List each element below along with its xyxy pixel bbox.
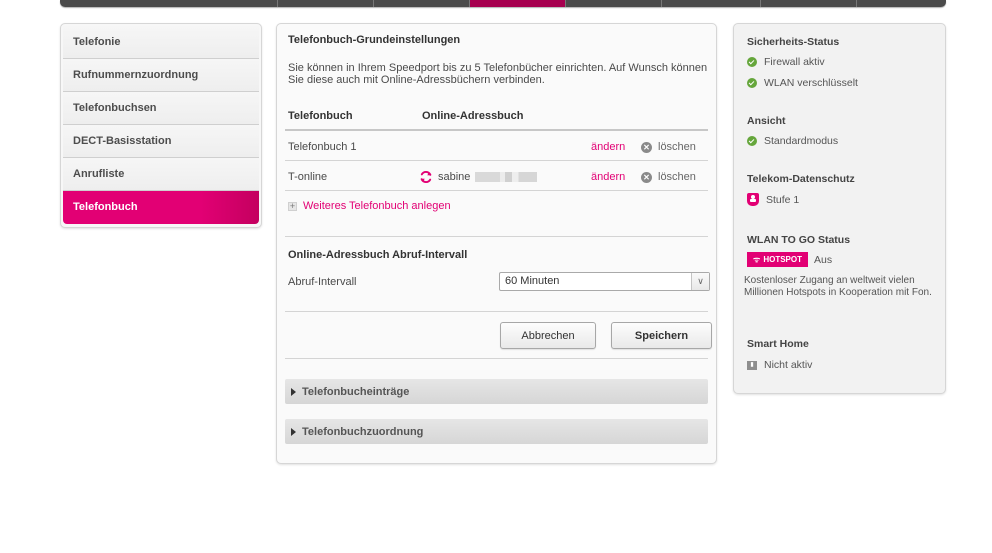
phonebook-name: Telefonbuch 1 (288, 141, 357, 153)
column-header-telefonbuch: Telefonbuch (288, 110, 353, 122)
status-item: ᯤ HOTSPOT Aus (747, 252, 832, 267)
add-phonebook-link[interactable]: + Weiteres Telefonbuch anlegen (288, 200, 451, 212)
status-label: Standardmodus (764, 135, 839, 147)
phonebook-name: T-online (288, 171, 328, 183)
nav-tab[interactable] (662, 0, 761, 7)
accordion-label: Telefonbuchzuordnung (302, 425, 424, 438)
view-title: Ansicht (747, 115, 786, 127)
wlan-to-go-title: WLAN TO GO Status (747, 234, 851, 246)
check-icon (747, 78, 757, 88)
nav-tab[interactable] (374, 0, 470, 7)
add-phonebook-label: Weiteres Telefonbuch anlegen (303, 200, 451, 212)
check-icon (747, 57, 757, 67)
sidebar-item-dect-basisstation[interactable]: DECT-Basisstation (63, 125, 259, 158)
status-label: Aus (813, 253, 833, 266)
accordion-telefonbuchzuordnung[interactable]: Telefonbuchzuordnung (285, 419, 708, 444)
sidebar-item-telefonbuchsen[interactable]: Telefonbuchsen (63, 92, 259, 125)
status-item: WLAN verschlüsselt (747, 77, 858, 89)
delete-label: löschen (658, 171, 696, 183)
nav-tab[interactable] (278, 0, 374, 7)
inactive-icon: ▮ (747, 360, 757, 370)
security-status-title: Sicherheits-Status (747, 36, 840, 48)
delete-button[interactable]: ✕ löschen (641, 165, 696, 189)
hotspot-label: HOTSPOT (763, 255, 802, 264)
status-label: Stufe 1 (766, 193, 800, 206)
privacy-shield-icon (747, 193, 759, 206)
cancel-button[interactable]: Abbrechen (500, 322, 596, 349)
caret-right-icon (291, 427, 296, 436)
nav-tab[interactable] (761, 0, 857, 7)
edit-link[interactable]: ändern (591, 165, 625, 189)
check-icon (747, 136, 757, 146)
interval-label: Abruf-Intervall (288, 276, 357, 288)
edit-link[interactable]: ändern (591, 135, 625, 159)
privacy-title: Telekom-Datenschutz (747, 173, 855, 185)
caret-right-icon (291, 387, 296, 396)
nav-tab[interactable] (60, 0, 278, 7)
sidebar-item-telefonie[interactable]: Telefonie (63, 26, 259, 59)
section-title: Telefonbuch-Grundeinstellungen (288, 34, 461, 46)
status-label: Firewall aktiv (764, 56, 825, 68)
sidebar-item-rufnummernzuordnung[interactable]: Rufnummernzuordnung (63, 59, 259, 92)
accordion-label: Telefonbucheinträge (302, 385, 410, 398)
status-item: Stufe 1 (747, 193, 799, 206)
top-navigation (60, 0, 946, 7)
status-label: Nicht aktiv (764, 359, 813, 371)
sidebar: Telefonie Rufnummernzuordnung Telefonbuc… (60, 23, 262, 228)
online-addressbook: sabine (419, 165, 538, 189)
intro-text: Sie können in Ihrem Speedport bis zu 5 T… (288, 62, 708, 86)
main-panel: Telefonbuch-Grundeinstellungen Sie könne… (276, 23, 717, 464)
nav-tab[interactable] (566, 0, 662, 7)
table-row: Telefonbuch 1 ändern ✕ löschen (285, 135, 708, 159)
divider (285, 160, 708, 161)
divider (285, 190, 708, 191)
divider (285, 358, 708, 359)
wifi-icon: ᯤ (753, 255, 761, 264)
divider (285, 236, 708, 237)
nav-tab-active[interactable] (470, 0, 566, 7)
delete-icon: ✕ (641, 171, 652, 183)
interval-select[interactable]: 60 Minuten ∨ (499, 272, 710, 291)
delete-button[interactable]: ✕ löschen (641, 135, 696, 159)
hotspot-badge: ᯤ HOTSPOT (747, 252, 808, 267)
sidebar-item-telefonbuch[interactable]: Telefonbuch (63, 191, 259, 224)
status-label: WLAN verschlüsselt (764, 77, 858, 89)
sync-icon (420, 171, 432, 183)
table-row: T-online sabine ändern ✕ löschen (285, 165, 708, 189)
smart-home-title: Smart Home (747, 338, 809, 350)
wlan-to-go-description: Kostenloser Zugang an weltweit vielen Mi… (744, 275, 932, 298)
plus-icon: + (288, 200, 297, 211)
status-item: Firewall aktiv (747, 56, 825, 68)
status-item: Standardmodus (747, 135, 838, 147)
interval-title: Online-Adressbuch Abruf-Intervall (288, 249, 468, 261)
delete-icon: ✕ (641, 141, 652, 153)
accordion-telefonbucheintraege[interactable]: Telefonbucheinträge (285, 379, 708, 404)
interval-value: 60 Minuten (505, 275, 560, 287)
status-panel: Sicherheits-Status Firewall aktiv WLAN v… (733, 23, 946, 394)
divider (285, 311, 708, 312)
save-button[interactable]: Speichern (611, 322, 712, 349)
divider (285, 129, 708, 131)
column-header-online-adressbuch: Online-Adressbuch (422, 110, 524, 122)
account-name: sabine (438, 171, 471, 183)
delete-label: löschen (658, 141, 696, 153)
sidebar-item-anrufliste[interactable]: Anrufliste (63, 158, 259, 191)
status-item: ▮ Nicht aktiv (747, 359, 812, 371)
redacted-email (475, 172, 538, 182)
chevron-down-icon: ∨ (691, 273, 709, 290)
nav-tab[interactable] (857, 0, 946, 7)
